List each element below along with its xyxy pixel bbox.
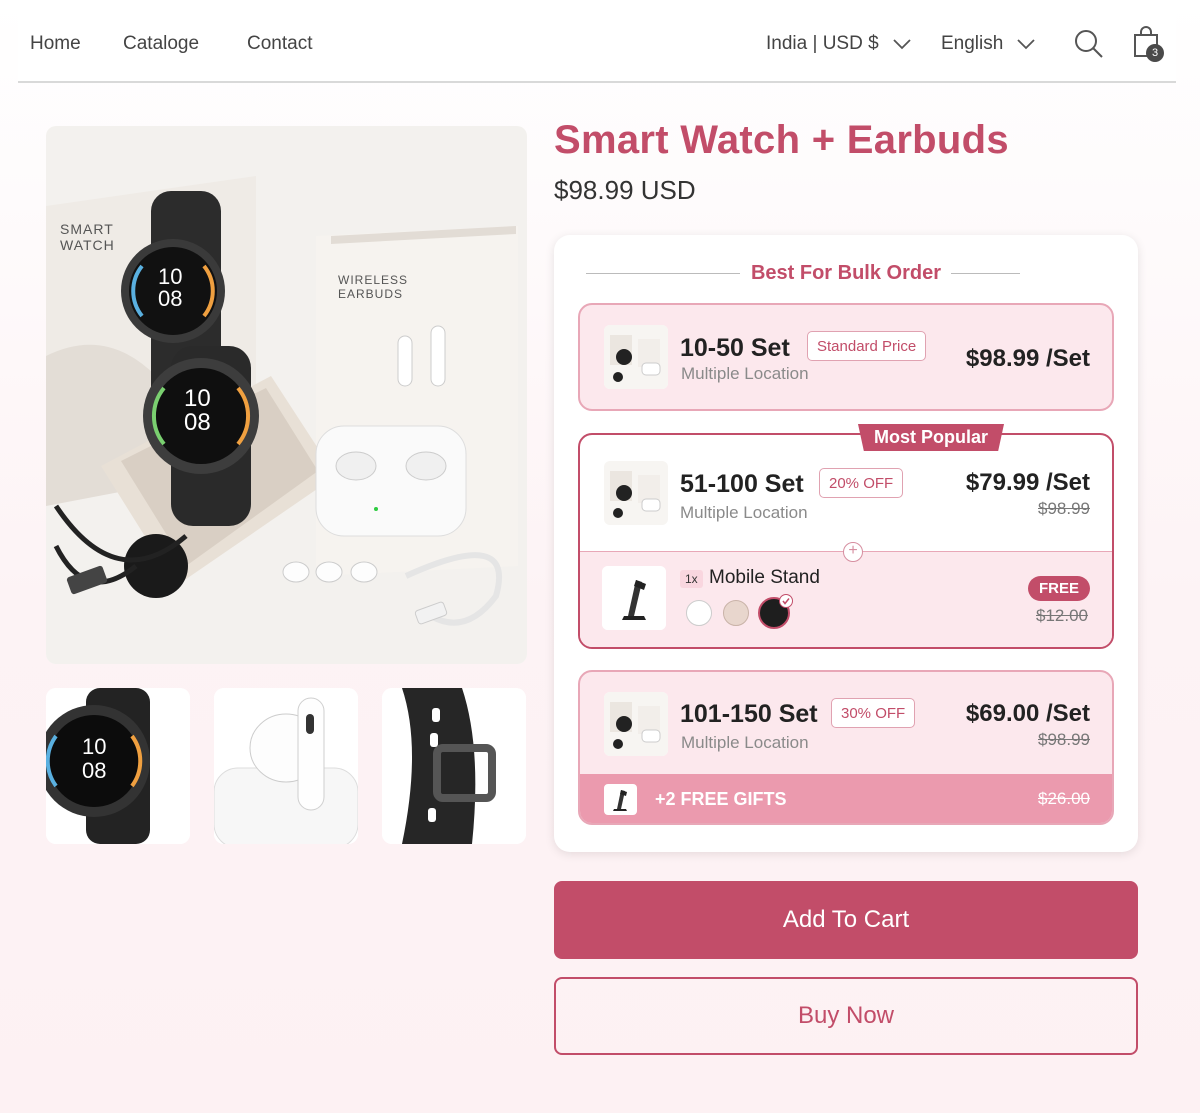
most-popular-badge: Most Popular bbox=[858, 424, 1005, 451]
tier-price: $69.00 /Set bbox=[965, 700, 1090, 727]
tier-quantity: 51-100 Set bbox=[680, 470, 804, 498]
svg-text:08: 08 bbox=[82, 758, 106, 783]
tier-old-price: $98.99 bbox=[1038, 730, 1090, 749]
svg-text:WATCH: WATCH bbox=[60, 237, 115, 253]
nav-catalog-link[interactable]: Cataloge bbox=[123, 33, 199, 55]
tier-location: Multiple Location bbox=[680, 503, 808, 522]
svg-text:WIRELESS: WIRELESS bbox=[338, 273, 408, 287]
svg-text:EARBUDS: EARBUDS bbox=[338, 287, 403, 301]
thumbnail-strap[interactable] bbox=[382, 688, 526, 844]
tier-option-10-50[interactable]: 10-50 Set Standard Price Multiple Locati… bbox=[578, 303, 1114, 411]
chevron-down-icon bbox=[893, 38, 911, 49]
tier-tag: 30% OFF bbox=[831, 698, 916, 728]
color-swatch-white[interactable] bbox=[686, 600, 712, 626]
thumbnail-watch[interactable]: 10 08 bbox=[46, 688, 190, 844]
free-gift-row: 1x Mobile Stand FREE $12.00 bbox=[580, 551, 1112, 647]
earbuds-thumbnail-image bbox=[214, 688, 358, 844]
currency-selector[interactable]: India | USD $ bbox=[766, 33, 911, 55]
watch-strap-thumbnail-image bbox=[382, 688, 526, 844]
tier-tag: 20% OFF bbox=[819, 468, 904, 498]
free-badge: FREE bbox=[1027, 576, 1090, 601]
tier-quantity: 10-50 Set bbox=[680, 334, 790, 362]
mobile-stand-thumbnail bbox=[602, 566, 666, 630]
heading-divider-right bbox=[951, 273, 1020, 274]
tier-price: $79.99 /Set bbox=[965, 469, 1090, 496]
add-to-cart-button[interactable]: Add To Cart bbox=[554, 881, 1138, 959]
smartwatch-thumbnail-image: 10 08 bbox=[46, 688, 190, 844]
product-price: $98.99 USD bbox=[554, 175, 696, 205]
free-gifts-bar: +2 FREE GIFTS $26.00 bbox=[580, 774, 1112, 823]
nav-home-link[interactable]: Home bbox=[30, 33, 81, 55]
search-button[interactable] bbox=[1074, 29, 1104, 59]
svg-text:08: 08 bbox=[184, 409, 211, 436]
bulk-order-card: Best For Bulk Order 10-50 Set Standard P… bbox=[554, 235, 1138, 852]
free-gifts-label: +2 FREE GIFTS bbox=[655, 789, 787, 809]
nav-contact-link[interactable]: Contact bbox=[247, 33, 312, 55]
buy-now-button[interactable]: Buy Now bbox=[554, 977, 1138, 1055]
gift-quantity-chip: 1x bbox=[680, 570, 703, 588]
check-icon bbox=[779, 594, 793, 608]
mobile-stand-icon bbox=[604, 784, 637, 815]
tier-tag: Standard Price bbox=[807, 331, 927, 361]
main-product-image[interactable]: SMART WATCH WIRELESS EARBUDS 10 08 10 08 bbox=[46, 126, 527, 664]
chevron-down-icon bbox=[1017, 38, 1035, 49]
tier-option-101-150[interactable]: 101-150 Set 30% OFF Multiple Location $6… bbox=[578, 670, 1114, 825]
gift-name: Mobile Stand bbox=[709, 567, 820, 588]
svg-text:10: 10 bbox=[82, 734, 106, 759]
header: Home Cataloge Contact India | USD $ Engl… bbox=[18, 0, 1176, 83]
color-swatch-beige[interactable] bbox=[723, 600, 749, 626]
watch-box-label: SMART bbox=[60, 221, 114, 237]
currency-label: India | USD $ bbox=[766, 33, 879, 54]
bulk-order-heading: Best For Bulk Order bbox=[750, 262, 942, 284]
bundle-thumbnail bbox=[604, 325, 668, 389]
color-swatch-black[interactable] bbox=[758, 594, 793, 629]
plus-icon: + bbox=[843, 542, 863, 562]
product-title: Smart Watch + Earbuds bbox=[554, 118, 1009, 162]
tier-location: Multiple Location bbox=[681, 733, 809, 752]
search-icon bbox=[1075, 30, 1103, 58]
language-selector[interactable]: English bbox=[941, 33, 1035, 55]
tier-option-51-100[interactable]: Most Popular 51-100 Set 20% OFF Multiple… bbox=[578, 424, 1114, 649]
svg-text:08: 08 bbox=[158, 286, 182, 311]
tier-quantity: 101-150 Set bbox=[680, 700, 818, 728]
product-photo: SMART WATCH WIRELESS EARBUDS 10 08 10 08 bbox=[46, 126, 527, 664]
svg-text:10: 10 bbox=[184, 385, 211, 412]
cart-button[interactable]: 3 bbox=[1132, 26, 1166, 64]
bundle-thumbnail bbox=[604, 461, 668, 525]
cart-count-badge: 3 bbox=[1146, 44, 1164, 62]
bundle-thumbnail bbox=[604, 692, 668, 756]
free-gifts-old-price: $26.00 bbox=[1038, 789, 1090, 808]
language-label: English bbox=[941, 33, 1004, 54]
tier-old-price: $98.99 bbox=[1038, 499, 1090, 518]
tier-location: Multiple Location bbox=[681, 364, 809, 383]
thumbnail-earbuds[interactable] bbox=[214, 688, 358, 844]
tier-price: $98.99 /Set bbox=[965, 345, 1090, 372]
gift-old-price: $12.00 bbox=[1036, 606, 1088, 625]
